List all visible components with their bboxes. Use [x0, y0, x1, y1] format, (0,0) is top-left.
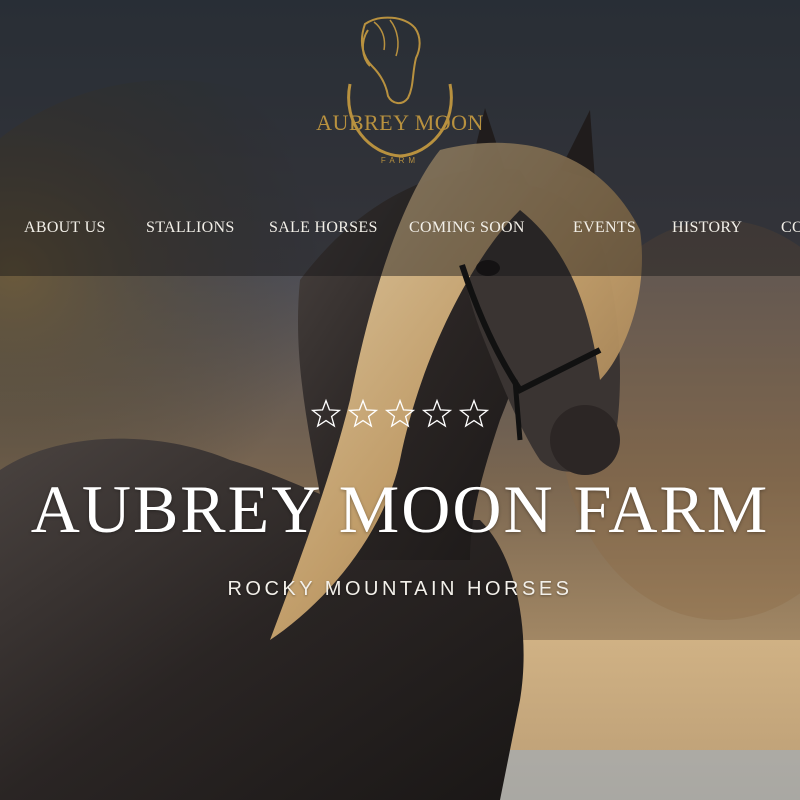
hero-section: AUBREY MOON FARM ABOUT US STALLIONS SALE… — [0, 0, 800, 800]
nav-item-contact[interactable]: CO — [781, 219, 800, 237]
star-outline-icon — [458, 398, 490, 428]
nav-item-coming-soon[interactable]: COMING SOON — [409, 219, 525, 237]
hero-title: AUBREY MOON FARM — [30, 471, 770, 547]
horse-head-logo-icon — [347, 16, 453, 158]
star-outline-icon — [384, 398, 416, 428]
logo-subtext: FARM — [380, 156, 420, 165]
logo-text: AUBREY MOON — [316, 110, 484, 135]
nav-item-events[interactable]: EVENTS — [573, 219, 636, 237]
nav-item-about-us[interactable]: ABOUT US — [24, 219, 106, 237]
star-outline-icon — [347, 398, 379, 428]
nav-item-history[interactable]: HISTORY — [672, 219, 742, 237]
star-outline-icon — [310, 398, 342, 428]
star-outline-icon — [421, 398, 453, 428]
nav-item-sale-horses[interactable]: SALE HORSES — [269, 219, 378, 237]
main-nav: ABOUT US STALLIONS SALE HORSES COMING SO… — [0, 219, 800, 243]
site-logo[interactable]: AUBREY MOON FARM — [290, 14, 510, 174]
hero-subtitle: ROCKY MOUNTAIN HORSES — [227, 578, 573, 600]
rating-stars — [305, 398, 495, 430]
nav-item-stallions[interactable]: STALLIONS — [146, 219, 235, 237]
